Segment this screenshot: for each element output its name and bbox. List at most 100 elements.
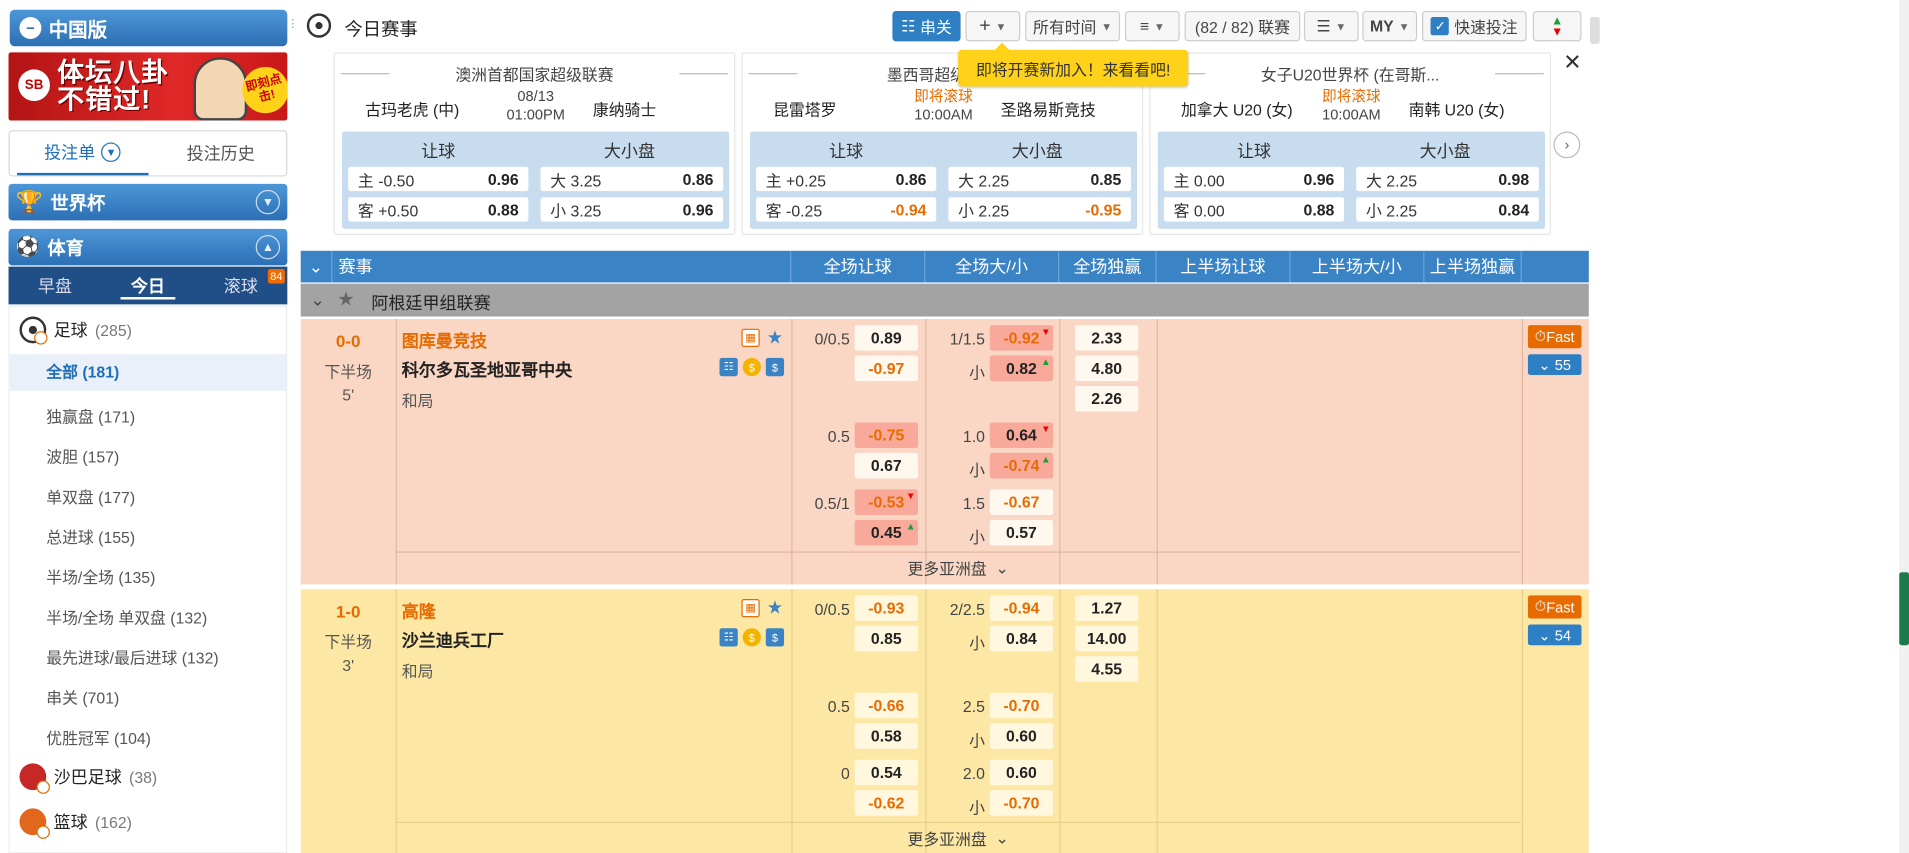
hdp-odds-cell[interactable]: -0.75 xyxy=(854,422,918,449)
featured-hdp-odds[interactable]: 主 0.00 0.96 xyxy=(1163,166,1345,192)
sport-item-soccer[interactable]: 足球 (285) xyxy=(19,316,132,345)
chevron-right-icon[interactable]: › xyxy=(1553,131,1581,159)
home-team[interactable]: 图库曼竞技 xyxy=(402,329,487,353)
1x2-odds-cell[interactable]: 4.80 xyxy=(1075,355,1139,382)
featured-match-card[interactable]: 女子U20世界杯 (在哥斯... 加拿大 U20 (女) 南韩 U20 (女) 即将滚… xyxy=(1149,52,1552,235)
soccer-sub-all[interactable]: 全部 (181) xyxy=(9,354,287,391)
away-team[interactable]: 科尔多瓦圣地亚哥中央 xyxy=(402,358,572,382)
page-scrollbar[interactable] xyxy=(1899,0,1909,853)
ou-odds-cell[interactable]: 0.82 ▲ xyxy=(989,355,1054,382)
cashout-icon[interactable]: $ xyxy=(742,357,761,377)
dollar-icon[interactable]: $ xyxy=(765,357,785,377)
tab-today[interactable]: 今日 xyxy=(101,267,194,305)
odds-change-toggle[interactable]: ▲ ▼ xyxy=(1532,10,1582,42)
cashout-icon[interactable]: $ xyxy=(742,628,761,647)
star-icon[interactable]: ★ xyxy=(337,287,354,311)
hdp-odds-cell[interactable]: -0.53 ▼ xyxy=(854,489,918,515)
region-selector-button[interactable]: − 中国版 xyxy=(9,9,288,47)
sport-item-basketball[interactable]: 篮球 (162) xyxy=(19,808,132,839)
ou-odds-cell[interactable]: -0.67 xyxy=(989,489,1054,515)
soccer-sub-item[interactable]: 单双盘 (177) xyxy=(46,485,135,508)
tab-bet-slip[interactable]: 投注单 ▼ xyxy=(17,131,148,176)
hdp-odds-cell[interactable]: -0.93 xyxy=(854,595,918,621)
1x2-odds-cell[interactable]: 2.33 xyxy=(1075,325,1139,351)
hdp-odds-cell[interactable]: 0.89 xyxy=(854,325,918,351)
star-icon[interactable]: ★ xyxy=(766,327,784,348)
featured-ou-odds[interactable]: 小 3.25 0.96 xyxy=(540,197,724,222)
featured-hdp-odds[interactable]: 主 +0.25 0.86 xyxy=(756,166,937,192)
featured-hdp-odds[interactable]: 主 -0.50 0.96 xyxy=(348,166,529,192)
tab-early[interactable]: 早盘 xyxy=(9,267,102,305)
hdp-odds-cell[interactable]: 0.54 xyxy=(854,759,918,786)
hdp-odds-cell[interactable]: -0.66 xyxy=(854,692,918,719)
hdp-odds-cell[interactable]: 0.67 xyxy=(854,452,918,479)
soccer-sub-item[interactable]: 半场/全场 单双盘 (132) xyxy=(46,605,207,628)
hdp-odds-cell[interactable]: -0.97 xyxy=(854,355,918,382)
fast-bet-button[interactable]: ⏱ Fast xyxy=(1527,325,1582,349)
soccer-sub-item[interactable]: 最先进球/最后进球 (132) xyxy=(46,645,218,668)
league-row[interactable]: ⌄ ★ 阿根廷甲组联赛 xyxy=(300,283,1589,317)
ou-odds-cell[interactable]: -0.70 xyxy=(989,692,1054,719)
star-icon[interactable]: ★ xyxy=(766,597,784,618)
1x2-odds-cell[interactable]: 1.27 xyxy=(1075,595,1139,621)
featured-hdp-odds[interactable]: 客 -0.25 -0.94 xyxy=(756,197,937,222)
ou-odds-cell[interactable]: 0.60 xyxy=(989,759,1054,786)
featured-ou-odds[interactable]: 大 2.25 0.85 xyxy=(948,166,1132,192)
featured-ou-odds[interactable]: 大 3.25 0.86 xyxy=(540,166,724,192)
ou-odds-cell[interactable]: 0.84 xyxy=(989,625,1054,652)
more-markets-button[interactable]: ⌄ 55 xyxy=(1527,354,1582,375)
hdp-odds-cell[interactable]: 0.45 ▲ xyxy=(854,519,918,546)
collapse-grip-icon[interactable]: ⋮ xyxy=(287,17,298,36)
soccer-sub-item[interactable]: 半场/全场 (135) xyxy=(46,565,155,588)
1x2-odds-cell[interactable]: 4.55 xyxy=(1075,656,1139,682)
featured-ou-odds[interactable]: 小 2.25 -0.95 xyxy=(948,197,1132,222)
sort-dropdown[interactable]: ≡ ▼ xyxy=(1124,10,1180,42)
close-icon[interactable]: ✕ xyxy=(1563,50,1581,76)
1x2-odds-cell[interactable]: 14.00 xyxy=(1075,625,1139,652)
collapse-all-icon[interactable]: ⌄ xyxy=(301,250,333,283)
soccer-sub-item[interactable]: 独赢盘 (171) xyxy=(46,404,135,427)
featured-ou-odds[interactable]: 小 2.25 0.84 xyxy=(1356,197,1539,222)
featured-match-card[interactable]: 澳洲首都国家超级联赛 古玛老虎 (中) 康纳骑士 08/13 01:00PM 让球 大小盘主… xyxy=(333,52,736,235)
featured-hdp-odds[interactable]: 客 0.00 0.88 xyxy=(1163,197,1345,222)
featured-ou-odds[interactable]: 大 2.25 0.98 xyxy=(1356,166,1539,192)
ou-odds-cell[interactable]: -0.94 xyxy=(989,595,1054,621)
worldcup-section[interactable]: 🏆 世界杯 ▼ xyxy=(8,183,288,221)
hdp-odds-cell[interactable]: -0.62 xyxy=(854,790,918,816)
hdp-odds-cell[interactable]: 0.58 xyxy=(854,723,918,749)
tab-bet-history[interactable]: 投注历史 xyxy=(155,131,286,175)
scroll-handle[interactable] xyxy=(1590,17,1600,44)
soccer-sub-item[interactable]: 总进球 (155) xyxy=(46,525,135,548)
more-asian-handicap[interactable]: 更多亚洲盘 ⌄ xyxy=(395,821,1521,853)
ou-odds-cell[interactable]: -0.70 xyxy=(989,790,1054,816)
more-asian-handicap[interactable]: 更多亚洲盘 ⌄ xyxy=(395,551,1521,584)
fast-bet-button[interactable]: ⏱ Fast xyxy=(1527,595,1582,619)
scrollbar-thumb[interactable] xyxy=(1899,572,1909,646)
quick-bet-toggle[interactable]: ✓ 快速投注 xyxy=(1422,10,1527,42)
sport-item-saba-soccer[interactable]: 沙巴足球 (38) xyxy=(19,763,157,794)
sport-section[interactable]: ⚽ 体育 ▲ xyxy=(8,228,288,266)
dollar-icon[interactable]: $ xyxy=(765,628,785,647)
ou-odds-cell[interactable]: 0.57 xyxy=(989,519,1054,546)
soccer-sub-item[interactable]: 串关 (701) xyxy=(46,685,119,708)
parlay-button[interactable]: ☷ 串关 xyxy=(892,10,961,42)
ou-odds-cell[interactable]: -0.92 ▼ xyxy=(989,325,1054,351)
parlay-icon[interactable]: ☷ xyxy=(719,628,738,647)
ou-odds-cell[interactable]: 0.64 ▼ xyxy=(989,422,1054,449)
stats-icon[interactable]: ▦ xyxy=(741,598,760,618)
featured-hdp-odds[interactable]: 客 +0.50 0.88 xyxy=(348,197,529,222)
1x2-odds-cell[interactable]: 2.26 xyxy=(1075,385,1139,412)
soccer-sub-item[interactable]: 波胆 (157) xyxy=(46,444,119,467)
ou-odds-cell[interactable]: 0.60 xyxy=(989,723,1054,749)
add-button[interactable]: + ▼ xyxy=(965,10,1021,42)
tab-live[interactable]: 滚球 84 xyxy=(194,267,287,305)
view-mode-dropdown[interactable]: ☰ ▼ xyxy=(1303,10,1359,42)
parlay-icon[interactable]: ☷ xyxy=(719,357,738,377)
more-markets-button[interactable]: ⌄ 54 xyxy=(1527,624,1582,646)
soccer-sub-item[interactable]: 优胜冠军 (104) xyxy=(46,726,151,749)
promo-banner[interactable]: SB 体坛八卦 不错过! 即刻点击! xyxy=(8,52,288,121)
league-filter-button[interactable]: (82 / 82) 联赛 xyxy=(1184,10,1301,42)
hdp-odds-cell[interactable]: 0.85 xyxy=(854,625,918,652)
home-team[interactable]: 高隆 xyxy=(402,599,436,623)
odds-format-dropdown[interactable]: MY ▼ xyxy=(1362,10,1418,42)
